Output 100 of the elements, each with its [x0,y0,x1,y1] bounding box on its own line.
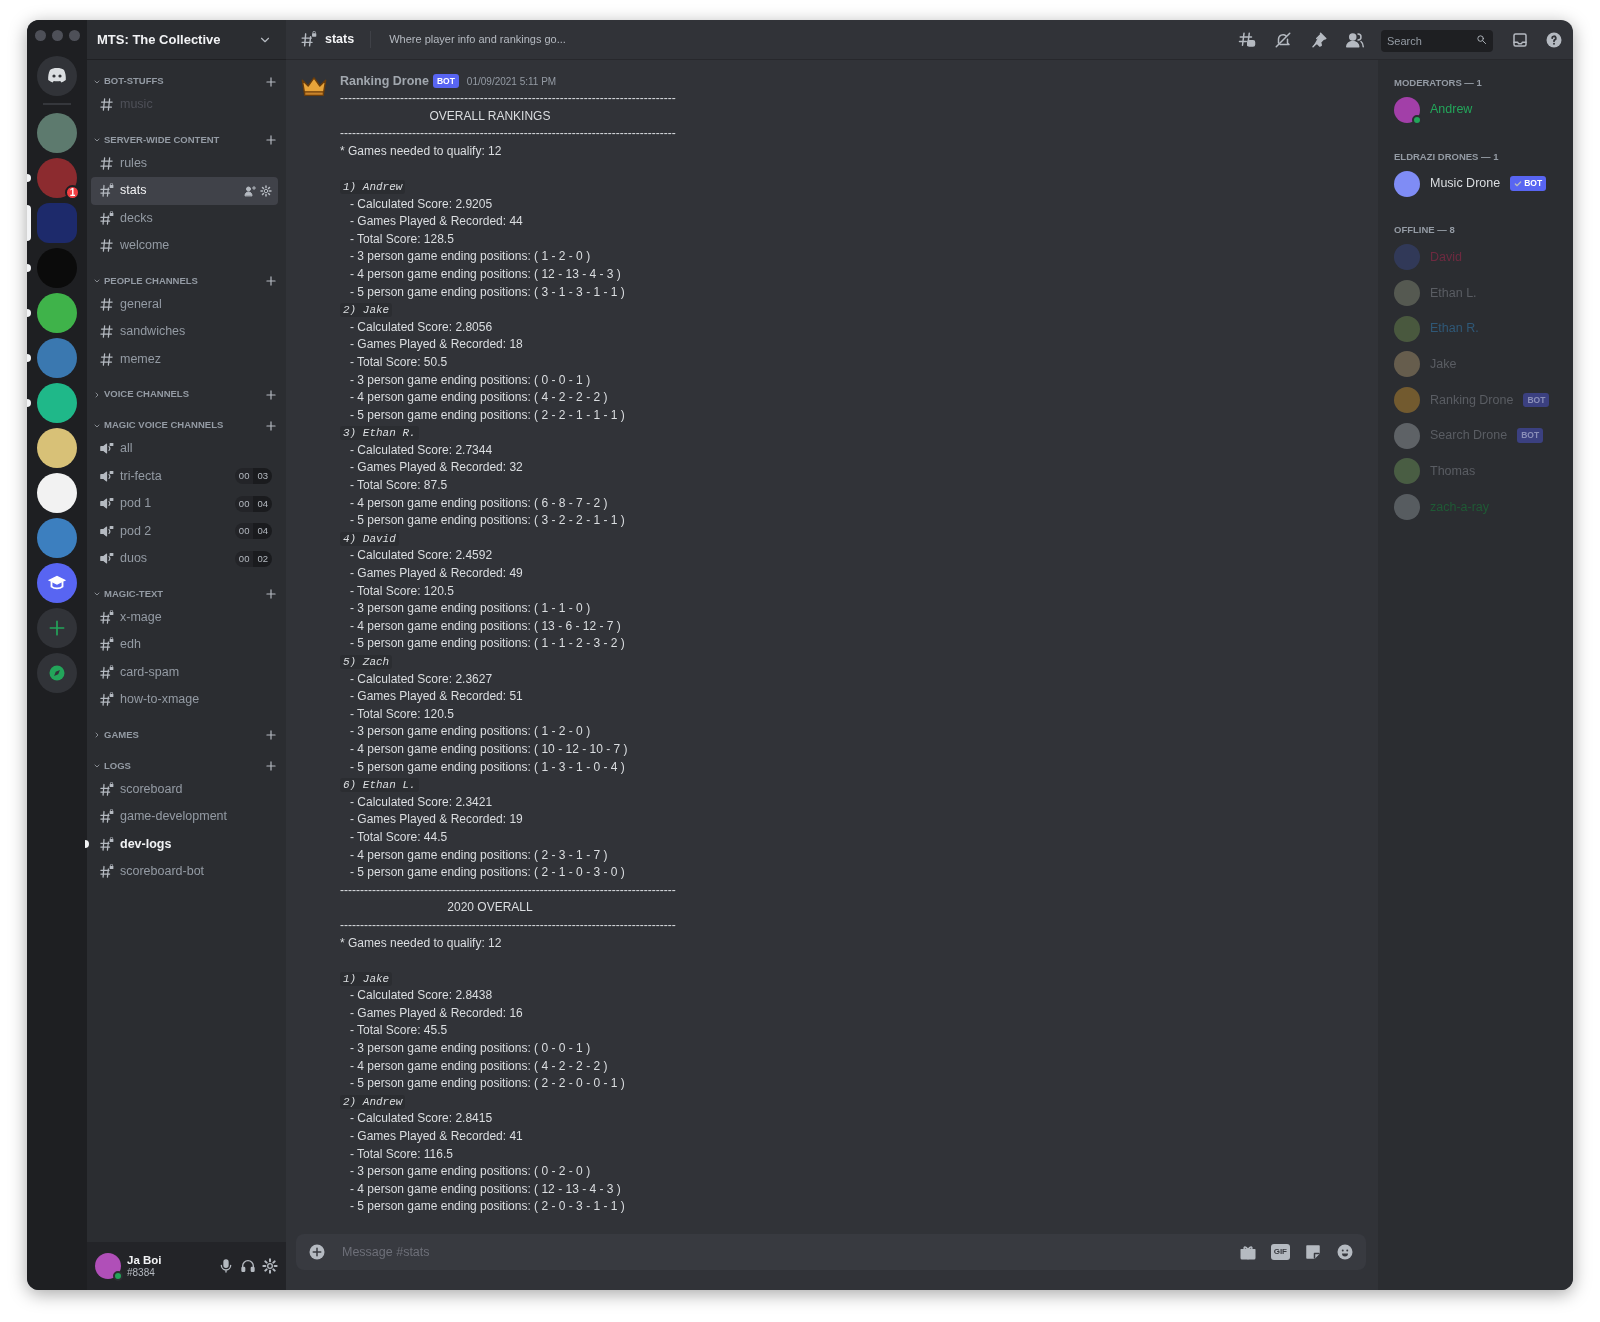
channel-item[interactable]: edh [91,631,278,659]
stat-line: - 3 person game ending positions: ( 0 - 0 - 1 ) [349,1040,592,1058]
member-avatar[interactable] [1394,351,1420,378]
channel-item[interactable]: dev-logs [91,830,278,858]
member-avatar[interactable] [1394,96,1420,123]
divider-text: ------------------------------------------------------------------------------------ [340,916,677,934]
member-avatar[interactable] [1394,422,1420,449]
plus-icon[interactable] [264,387,278,402]
category-header[interactable]: PEOPLE CHANNELS [104,273,264,289]
channel-item[interactable]: general [91,290,278,318]
stat-line: - Calculated Score: 2.4592 [349,547,494,565]
stat-line: - 5 person game ending positions: ( 2 - 0 - 3 - 1 - 1 ) [349,1198,626,1216]
stat-line: - 3 person game ending positions: ( 1 - 2 - 0 ) [349,248,592,266]
stat-line: - Calculated Score: 2.3627 [349,670,494,688]
author-name[interactable]: Ranking Drone [340,71,429,91]
chevron-down-icon[interactable] [93,136,101,144]
category-header[interactable]: MAGIC VOICE CHANNELS [104,418,264,433]
threads-icon[interactable] [1238,30,1256,49]
plus-icon[interactable] [264,418,278,433]
channel-item[interactable]: scoreboard [91,775,278,803]
search-icon [1476,33,1487,45]
channel-item[interactable]: x-mage [91,603,278,631]
emoji-icon[interactable] [1336,1243,1354,1261]
channel-item[interactable]: card-spam [91,658,278,686]
category-header[interactable]: GAMES [104,727,264,743]
microphone-icon[interactable] [218,1258,234,1274]
mention-badge: 1 [65,185,80,200]
stat-line: - Total Score: 120.5 [349,705,455,723]
channel-item[interactable]: how-to-xmage [91,686,278,714]
stat-line: - Calculated Score: 2.8056 [349,318,494,336]
stat-line: - Calculated Score: 2.8438 [349,987,494,1005]
member-name[interactable]: Music Drone [1430,174,1501,193]
category-header[interactable]: VOICE CHANNELS [104,387,264,402]
add-person-icon[interactable] [244,184,256,197]
channel-item[interactable]: stats [91,177,278,205]
member-avatar[interactable] [1394,386,1420,413]
window-control-dot[interactable] [68,30,80,41]
user-avatar[interactable] [95,1253,121,1279]
muted-bell-icon[interactable] [1274,30,1292,49]
channel-item[interactable]: pod 2 00 04 [91,517,278,545]
user-limit-counter: 00 02 [234,550,272,567]
plus-icon[interactable] [264,74,278,89]
search-field[interactable]: Search [1381,29,1493,52]
stat-line: - 3 person game ending positions: ( 0 - 2 - 0 ) [349,1163,592,1181]
plus-icon[interactable] [264,728,278,742]
bot-tag: BOT [1517,428,1544,444]
message-field[interactable]: Message #stats GIF [296,1234,1366,1270]
channel-item[interactable]: all [91,435,278,463]
member-avatar[interactable] [1394,494,1420,521]
channel-item[interactable]: sandwiches [91,318,278,346]
channel-item[interactable]: rules [91,149,278,177]
channel-item[interactable]: memez [91,345,278,373]
stat-line: - 3 person game ending positions: ( 1 - 1 - 0 ) [349,600,592,618]
channel-item[interactable]: decks [91,204,278,232]
channel-item[interactable]: welcome [91,232,278,260]
settings-icon[interactable] [260,184,272,197]
category-header[interactable]: SERVER-WIDE CONTENT [104,132,264,148]
channel-item[interactable]: pod 1 00 04 [91,490,278,518]
settings-icon[interactable] [262,1258,278,1274]
plus-icon[interactable] [264,133,278,147]
add-circle-icon[interactable] [308,1243,326,1261]
gif-button[interactable]: GIF [1270,1244,1290,1260]
pin-icon[interactable] [1310,30,1328,49]
member-avatar[interactable] [1394,170,1420,197]
channel-item[interactable]: tri-fecta 00 03 [91,462,278,490]
ranked-player: 6) Ethan L. [340,778,419,793]
server-name[interactable]: MTS: The Collective [97,29,221,50]
plus-icon[interactable] [264,274,278,288]
plus-icon[interactable] [264,759,278,773]
window-control-dot[interactable] [34,30,46,41]
online-status-icon [113,1271,123,1281]
window-control-dot[interactable] [51,30,63,41]
chevron-down-icon[interactable] [93,762,101,770]
gift-icon[interactable] [1238,1243,1257,1261]
channel-item[interactable]: scoreboard-bot [91,858,278,886]
section-heading: 2020 OVERALL [446,899,534,917]
chevron-down-icon[interactable] [93,277,101,285]
category-header[interactable]: BOT-STUFFS [104,74,264,89]
channel-item[interactable]: duos 00 02 [91,545,278,573]
ranked-player: 3) Ethan R. [340,426,419,441]
qualify-note: * Games needed to qualify: 12 [340,934,503,952]
category-header[interactable]: MAGIC-TEXT [104,586,264,602]
member-group-header: MODERATORS — 1 [1394,76,1483,90]
headphones-icon[interactable] [240,1258,256,1274]
sticker-icon[interactable] [1304,1243,1322,1261]
bot-tag: BOT [1510,176,1547,191]
message-input[interactable]: Message #stats [340,1241,1225,1263]
bot-tag: BOT [1523,392,1550,408]
chevron-right-icon[interactable] [93,390,101,399]
member-name[interactable]: Andrew [1430,100,1473,120]
stat-line: - 4 person game ending positions: ( 10 - 12 - 10 - 7 ) [349,740,629,758]
inbox-icon[interactable] [1511,30,1529,49]
chevron-down-icon[interactable] [93,590,101,598]
stat-line: - Calculated Score: 2.3421 [349,793,494,811]
members-icon[interactable] [1346,30,1364,49]
category-header[interactable]: LOGS [104,758,264,774]
plus-icon[interactable] [264,587,278,601]
channel-item[interactable]: game-development [91,803,278,831]
help-icon[interactable] [1545,30,1563,49]
chevron-right-icon[interactable] [93,731,101,739]
